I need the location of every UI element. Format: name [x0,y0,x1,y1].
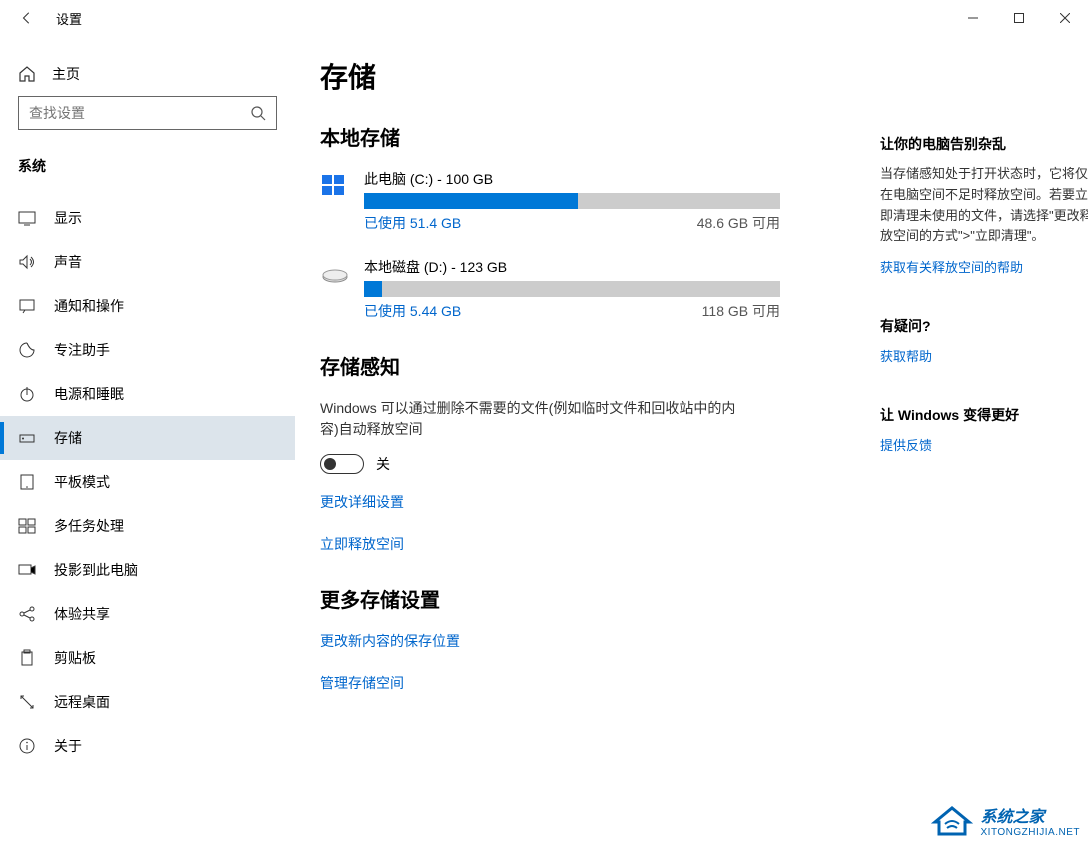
drive-windows-icon [320,173,350,201]
right-sec2-link[interactable]: 获取帮助 [880,346,1088,365]
close-button[interactable] [1042,0,1088,36]
multitask-icon [18,517,36,535]
watermark-logo-icon [931,802,973,838]
app-title: 设置 [56,9,82,28]
remote-icon [18,693,36,711]
sidebar-item-label: 声音 [54,252,82,272]
share-icon [18,605,36,623]
sidebar-item-notifications[interactable]: 通知和操作 [0,284,295,328]
right-sec1-link[interactable]: 获取有关释放空间的帮助 [880,257,1088,276]
progress-bar [364,193,780,209]
sidebar-item-label: 投影到此电脑 [54,560,138,580]
right-sec1-text: 当存储感知处于打开状态时，它将仅在电脑空间不足时释放空间。若要立即清理未使用的文… [880,164,1088,247]
sidebar-item-label: 关于 [54,736,82,756]
storage-icon [18,429,36,447]
sidebar-item-shared[interactable]: 体验共享 [0,592,295,636]
progress-bar [364,281,780,297]
storage-sense-desc: Windows 可以通过删除不需要的文件(例如临时文件和回收站中的内容)自动释放… [320,398,750,440]
drive-free: 48.6 GB 可用 [697,213,780,233]
sidebar-item-clipboard[interactable]: 剪贴板 [0,636,295,680]
sidebar-item-storage[interactable]: 存储 [0,416,295,460]
home-icon [18,65,36,83]
sidebar-item-remote[interactable]: 远程桌面 [0,680,295,724]
sidebar-item-display[interactable]: 显示 [0,196,295,240]
sidebar-item-label: 平板模式 [54,472,110,492]
power-icon [18,385,36,403]
sidebar-item-label: 专注助手 [54,340,110,360]
search-icon [250,105,266,121]
sidebar-item-label: 多任务处理 [54,516,124,536]
right-sec2-title: 有疑问? [880,316,1088,336]
drive-used: 已使用 51.4 GB [364,213,461,233]
project-icon [18,561,36,579]
drive-name: 本地磁盘 (D:) - 123 GB [364,257,780,277]
home-label: 主页 [52,64,80,84]
sidebar-item-sound[interactable]: 声音 [0,240,295,284]
focus-icon [18,341,36,359]
notification-icon [18,297,36,315]
sidebar-item-label: 体验共享 [54,604,110,624]
about-icon [18,737,36,755]
titlebar: 设置 [0,0,1088,36]
sidebar-item-label: 存储 [54,428,82,448]
sidebar: 主页 系统 显示 声音 通知和操作 专注助手 [0,36,295,844]
drive-disk-icon [320,261,350,289]
tablet-icon [18,473,36,491]
sidebar-item-focus[interactable]: 专注助手 [0,328,295,372]
more-settings-title: 更多存储设置 [320,584,780,613]
sidebar-item-label: 剪贴板 [54,648,96,668]
main-content: 存储 本地存储 此电脑 (C:) - 100 GB 已使用 51.4 GB 48… [295,36,1088,844]
search-input[interactable] [29,105,250,121]
sidebar-item-label: 电源和睡眠 [54,384,124,404]
sidebar-item-multitask[interactable]: 多任务处理 [0,504,295,548]
sidebar-category: 系统 [0,144,295,188]
link-save-location[interactable]: 更改新内容的保存位置 [320,631,780,651]
home-nav[interactable]: 主页 [0,56,295,96]
storage-sense-title: 存储感知 [320,351,780,380]
right-sec1-title: 让你的电脑告别杂乱 [880,134,1088,154]
display-icon [18,209,36,227]
maximize-button[interactable] [996,0,1042,36]
drive-used: 已使用 5.44 GB [364,301,461,321]
page-title: 存储 [320,56,780,96]
sidebar-item-about[interactable]: 关于 [0,724,295,768]
minimize-button[interactable] [950,0,996,36]
clipboard-icon [18,649,36,667]
link-manage-storage[interactable]: 管理存储空间 [320,673,780,693]
watermark-title: 系统之家 [981,803,1081,827]
drive-row-d[interactable]: 本地磁盘 (D:) - 123 GB 已使用 5.44 GB 118 GB 可用 [320,257,780,321]
sidebar-item-label: 远程桌面 [54,692,110,712]
back-button[interactable] [18,9,36,27]
drive-row-c[interactable]: 此电脑 (C:) - 100 GB 已使用 51.4 GB 48.6 GB 可用 [320,169,780,233]
sidebar-item-label: 通知和操作 [54,296,124,316]
watermark: 系统之家 XITONGZHIJIA.NET [931,802,1081,838]
search-box[interactable] [18,96,277,130]
sidebar-item-tablet[interactable]: 平板模式 [0,460,295,504]
storage-sense-toggle[interactable] [320,454,364,474]
drive-name: 此电脑 (C:) - 100 GB [364,169,780,189]
sidebar-item-label: 显示 [54,208,82,228]
sidebar-item-project[interactable]: 投影到此电脑 [0,548,295,592]
link-change-settings[interactable]: 更改详细设置 [320,492,780,512]
sound-icon [18,253,36,271]
sidebar-item-power[interactable]: 电源和睡眠 [0,372,295,416]
toggle-label: 关 [376,454,390,474]
watermark-url: XITONGZHIJIA.NET [981,827,1081,838]
local-storage-title: 本地存储 [320,122,780,151]
right-sec3-link[interactable]: 提供反馈 [880,435,1088,454]
drive-free: 118 GB 可用 [702,301,780,321]
right-sec3-title: 让 Windows 变得更好 [880,405,1088,425]
link-free-now[interactable]: 立即释放空间 [320,534,780,554]
right-sidebar: 让你的电脑告别杂乱 当存储感知处于打开状态时，它将仅在电脑空间不足时释放空间。若… [880,56,1088,844]
